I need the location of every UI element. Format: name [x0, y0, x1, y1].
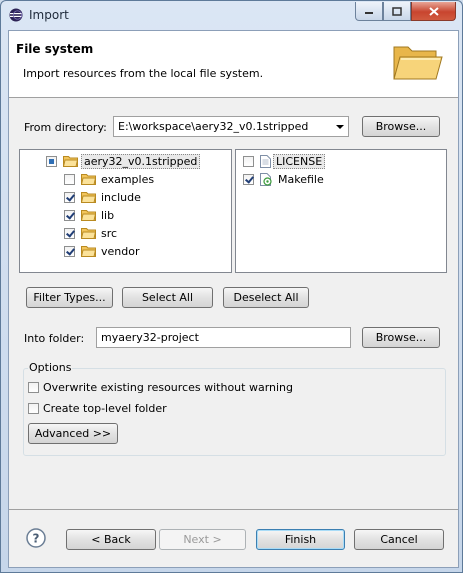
- overwrite-option[interactable]: Overwrite existing resources without war…: [28, 381, 293, 394]
- next-button[interactable]: Next >: [159, 529, 246, 550]
- folder-icon: [81, 228, 96, 239]
- tree-item-src[interactable]: src: [64, 224, 117, 242]
- import-dialog-window: Import File system Import resources from…: [0, 0, 463, 573]
- tree-item-label: lib: [101, 208, 115, 222]
- select-all-button[interactable]: Select All: [122, 287, 213, 308]
- close-icon: [428, 6, 439, 16]
- tree-item-checkbox[interactable]: [64, 191, 75, 203]
- tree-item-checkbox[interactable]: [64, 173, 75, 185]
- window-title: Import: [29, 8, 69, 22]
- file-item-label: LICENSE: [273, 153, 326, 169]
- footer-separator: [9, 509, 458, 510]
- minimize-button[interactable]: [355, 2, 383, 21]
- minimize-icon: [365, 12, 373, 14]
- browse-source-button[interactable]: Browse...: [362, 116, 440, 137]
- back-button[interactable]: < Back: [66, 529, 156, 550]
- wizard-banner: File system Import resources from the lo…: [9, 31, 458, 98]
- file-item-makefile[interactable]: Makefile: [243, 170, 324, 188]
- file-item-label: Makefile: [278, 172, 324, 186]
- tree-item-checkbox[interactable]: [64, 245, 75, 257]
- browse-destination-button[interactable]: Browse...: [362, 327, 440, 348]
- tree-item-label: examples: [101, 172, 155, 186]
- folder-tree-panel[interactable]: aery32_v0.1stripped examples include lib: [19, 149, 232, 273]
- tree-item-label: src: [101, 226, 118, 240]
- tree-item-examples[interactable]: examples: [64, 170, 154, 188]
- tree-item-vendor[interactable]: vendor: [64, 242, 139, 260]
- folder-icon: [81, 192, 96, 203]
- file-item-checkbox[interactable]: [243, 173, 254, 185]
- from-directory-value: E:\workspace\aery32_v0.1stripped: [118, 120, 309, 133]
- tree-root-row[interactable]: aery32_v0.1stripped: [46, 152, 201, 170]
- maximize-button[interactable]: [383, 2, 411, 21]
- text-file-icon: [260, 154, 271, 168]
- into-folder-label: Into folder:: [24, 332, 85, 345]
- advanced-button[interactable]: Advanced >>: [28, 423, 118, 444]
- title-bar[interactable]: Import: [1, 1, 462, 29]
- help-icon[interactable]: ?: [26, 528, 46, 548]
- file-list-panel[interactable]: LICENSE Makefile: [235, 149, 447, 273]
- overwrite-checkbox[interactable]: [28, 382, 39, 393]
- into-folder-input[interactable]: myaery32-project: [96, 327, 351, 348]
- file-item-license[interactable]: LICENSE: [243, 152, 326, 170]
- banner-description: Import resources from the local file sys…: [23, 67, 264, 80]
- deselect-all-button[interactable]: Deselect All: [223, 287, 309, 308]
- into-folder-value: myaery32-project: [101, 331, 199, 344]
- eclipse-icon: [9, 8, 23, 22]
- tree-item-checkbox[interactable]: [64, 209, 75, 221]
- folder-icon: [63, 156, 78, 167]
- svg-text:?: ?: [33, 532, 40, 546]
- dialog-client-area: File system Import resources from the lo…: [8, 30, 459, 568]
- open-folder-icon: [393, 46, 443, 80]
- tree-item-lib[interactable]: lib: [64, 206, 114, 224]
- top-level-folder-option[interactable]: Create top-level folder: [28, 402, 167, 415]
- overwrite-label: Overwrite existing resources without war…: [43, 381, 294, 394]
- tree-item-label: include: [101, 190, 141, 204]
- maximize-icon: [392, 6, 402, 16]
- tree-item-label: vendor: [101, 244, 140, 258]
- banner-title: File system: [16, 42, 94, 56]
- tree-item-include[interactable]: include: [64, 188, 141, 206]
- from-directory-combo[interactable]: E:\workspace\aery32_v0.1stripped: [113, 116, 349, 137]
- folder-icon: [81, 246, 96, 257]
- makefile-icon: [260, 172, 272, 186]
- chevron-down-icon[interactable]: [336, 125, 344, 129]
- finish-button[interactable]: Finish: [256, 529, 345, 550]
- top-level-folder-checkbox[interactable]: [28, 403, 39, 414]
- tree-root-checkbox[interactable]: [46, 155, 57, 167]
- options-group-title: Options: [28, 361, 73, 374]
- cancel-button[interactable]: Cancel: [354, 529, 444, 550]
- folder-icon: [81, 210, 96, 221]
- folder-icon: [81, 174, 96, 185]
- tree-root-label: aery32_v0.1stripped: [81, 153, 201, 169]
- close-button[interactable]: [411, 2, 456, 21]
- top-level-folder-label: Create top-level folder: [43, 402, 167, 415]
- file-item-checkbox[interactable]: [243, 155, 254, 167]
- tree-item-checkbox[interactable]: [64, 227, 75, 239]
- from-directory-label: From directory:: [24, 121, 107, 134]
- filter-types-button[interactable]: Filter Types...: [26, 287, 113, 308]
